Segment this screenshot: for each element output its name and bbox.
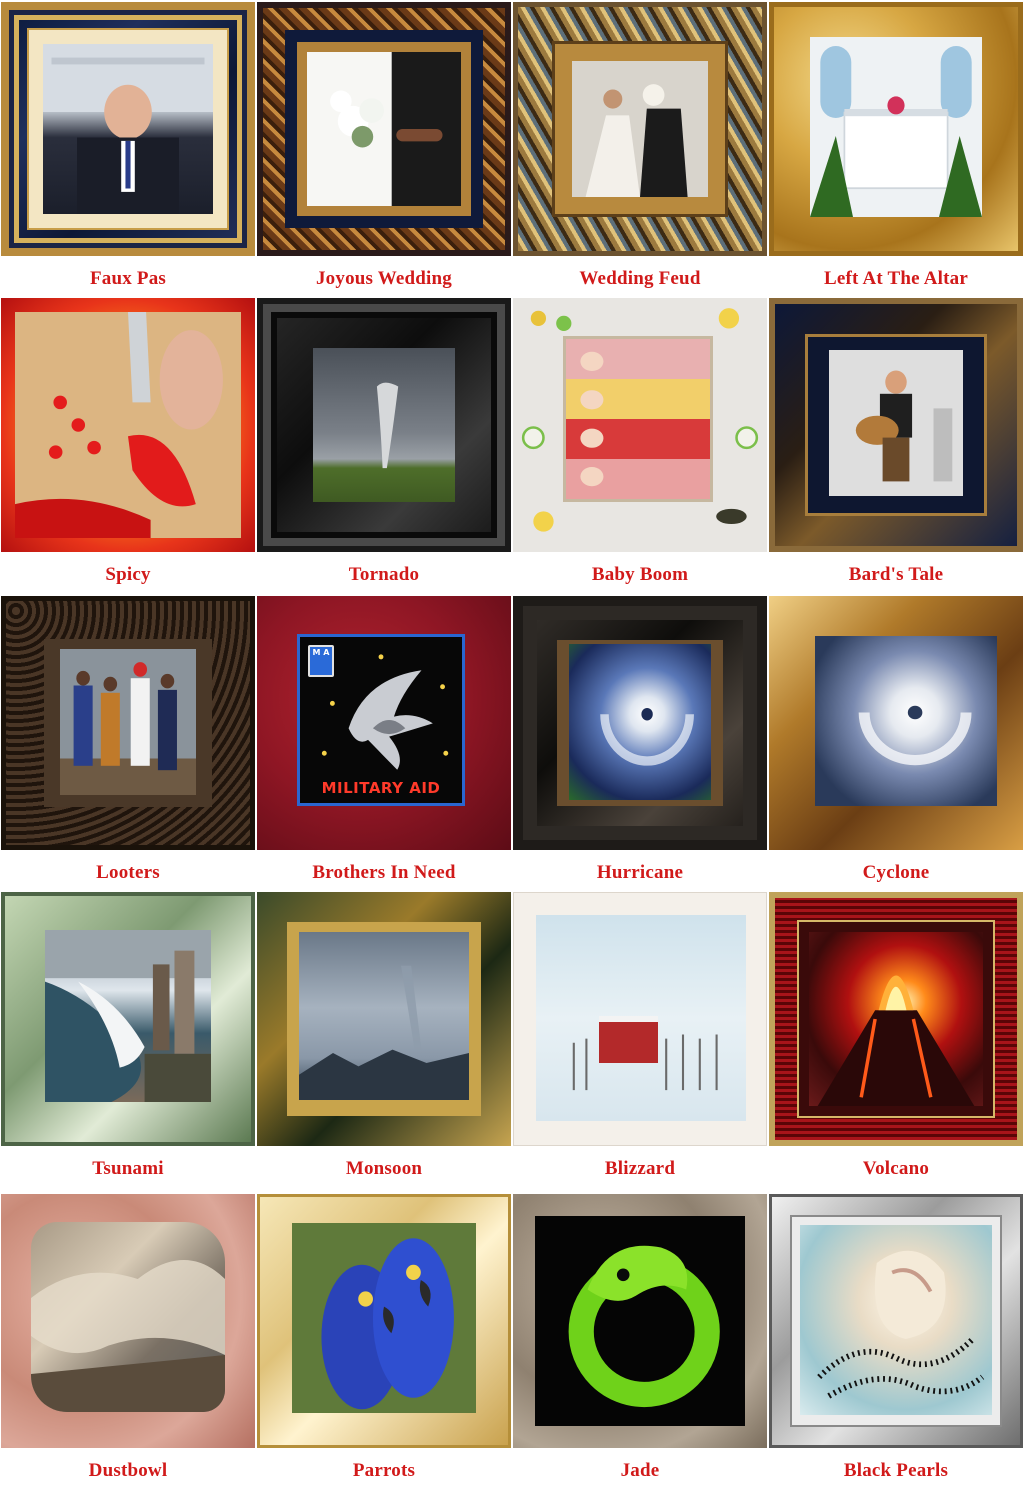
tile-spicy[interactable]: Spicy	[0, 296, 256, 594]
frame-sage	[1, 892, 255, 1146]
frame-stone	[513, 1194, 767, 1448]
caption: Volcano	[862, 1158, 930, 1179]
caption: Dustbowl	[88, 1460, 168, 1481]
frame-pale-gold	[257, 1194, 511, 1448]
frame-gold	[769, 2, 1023, 256]
caption: Monsoon	[345, 1158, 423, 1179]
caption: Bard's Tale	[848, 564, 944, 585]
frame-crimson: M A MILITARY AID	[257, 596, 511, 850]
bridal-bouquet-photo	[307, 52, 461, 206]
frame-fire	[1, 298, 255, 552]
hurricane-satellite-photo	[569, 644, 711, 800]
monsoon-rain-clouds-photo	[299, 932, 469, 1100]
frame-ornate-silver-gold	[513, 2, 767, 256]
tile-volcano[interactable]: Volcano	[768, 890, 1024, 1192]
looters-flood-photo	[60, 649, 196, 795]
wedding-cake-fight-photo	[572, 61, 708, 197]
tile-faux-pas[interactable]: Faux Pas	[0, 0, 256, 296]
caption: Jade	[620, 1460, 660, 1481]
tile-bards-tale[interactable]: Bard's Tale	[768, 296, 1024, 594]
caption: Wedding Feud	[579, 268, 701, 289]
caption: Hurricane	[596, 862, 684, 883]
empty-altar-photo	[810, 37, 982, 217]
caption: Tornado	[348, 564, 420, 585]
frame-green-gold	[257, 892, 511, 1146]
caption: Spicy	[105, 564, 151, 585]
frame-red-bevel	[769, 892, 1023, 1146]
caption: Cyclone	[862, 862, 930, 883]
frame-photo-paper	[513, 892, 767, 1146]
caption: Faux Pas	[89, 268, 167, 289]
sliced-chili-pepper-photo	[15, 312, 241, 538]
caption: Tsunami	[92, 1158, 164, 1179]
frame-light-wood	[769, 596, 1023, 850]
caption: Looters	[96, 862, 160, 883]
tile-blizzard[interactable]: Blizzard	[512, 890, 768, 1192]
caption: Parrots	[352, 1460, 416, 1481]
guitar-bard-photo	[829, 350, 963, 496]
caption: Black Pearls	[843, 1460, 949, 1481]
picture-grid: Faux Pas Joyous Wedding Wedding Feud Lef…	[0, 0, 1024, 1502]
frame-dark-weave	[1, 596, 255, 850]
tile-looters[interactable]: Looters	[0, 594, 256, 890]
frame-dark-wood	[513, 596, 767, 850]
tile-jade[interactable]: Jade	[512, 1192, 768, 1502]
erupting-volcano-photo	[809, 932, 983, 1106]
tile-hurricane[interactable]: Hurricane	[512, 594, 768, 890]
blue-macaws-photo	[292, 1223, 476, 1413]
tile-tsunami[interactable]: Tsunami	[0, 890, 256, 1192]
tile-wedding-feud[interactable]: Wedding Feud	[512, 0, 768, 296]
unit-badge: M A	[308, 645, 334, 677]
tile-tornado[interactable]: Tornado	[256, 296, 512, 594]
frame-ornate-bronze	[257, 2, 511, 256]
tile-parrots[interactable]: Parrots	[256, 1192, 512, 1502]
caption: Baby Boom	[591, 564, 689, 585]
frame-navy-gold	[1, 2, 255, 256]
jade-carving-photo	[535, 1216, 745, 1426]
frame-black	[257, 298, 511, 552]
caption: Blizzard	[604, 1158, 676, 1179]
tile-dustbowl[interactable]: Dustbowl	[0, 1192, 256, 1502]
emblem-text: MILITARY AID	[321, 779, 441, 797]
dust-storm-aerial-photo	[31, 1222, 225, 1412]
caption: Brothers In Need	[312, 862, 456, 883]
frame-silver-ornate	[769, 1194, 1023, 1448]
newborn-babies-photo	[563, 336, 713, 502]
seashell-black-pearls-photo	[800, 1225, 992, 1415]
snowy-red-barn-photo	[536, 915, 746, 1121]
cyclone-satellite-photo	[815, 636, 997, 806]
tile-black-pearls[interactable]: Black Pearls	[768, 1192, 1024, 1502]
caption: Joyous Wedding	[315, 268, 453, 289]
tsunami-wave-city-photo	[45, 930, 211, 1102]
frame-quilled-paper	[513, 298, 767, 552]
tile-cyclone[interactable]: Cyclone	[768, 594, 1024, 890]
caption: Left At The Altar	[824, 268, 968, 289]
tile-brothers-in-need[interactable]: M A MILITARY AID Brothers In Need	[256, 594, 512, 890]
press-conference-photo	[43, 44, 213, 214]
tornado-photo	[313, 348, 455, 502]
tile-joyous-wedding[interactable]: Joyous Wedding	[256, 0, 512, 296]
tile-left-at-the-altar[interactable]: Left At The Altar	[768, 0, 1024, 296]
military-aid-eagle-emblem: M A MILITARY AID	[297, 634, 465, 806]
tile-monsoon[interactable]: Monsoon	[256, 890, 512, 1192]
tile-baby-boom[interactable]: Baby Boom	[512, 296, 768, 594]
frame-rose-stone-cutout	[1, 1194, 255, 1448]
frame-navy-bronze	[769, 298, 1023, 552]
